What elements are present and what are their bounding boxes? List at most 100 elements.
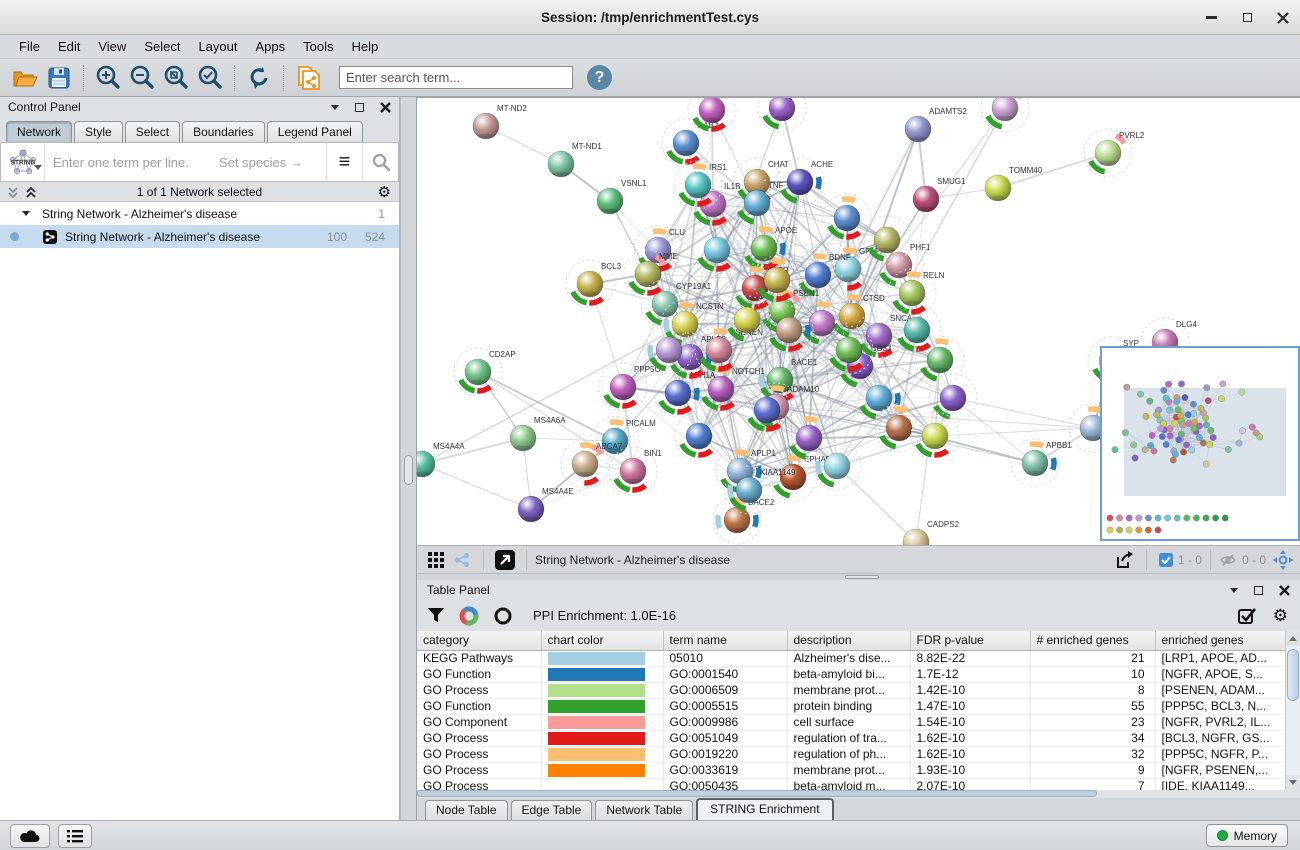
tab-select[interactable]: Select xyxy=(125,121,180,142)
string-logo[interactable]: STRING xyxy=(1,143,45,181)
enrichment-chart-icon[interactable] xyxy=(459,606,479,626)
share-network-button[interactable] xyxy=(449,548,475,572)
table-row[interactable]: GO ProcessGO:0019220regulation of ph...1… xyxy=(417,746,1285,762)
scroll-down-button[interactable] xyxy=(1286,775,1300,790)
table-row[interactable]: GO FunctionGO:0005515protein binding1.47… xyxy=(417,698,1285,714)
table-panel-close-icon[interactable] xyxy=(1279,585,1290,596)
import-network-button[interactable] xyxy=(291,62,325,94)
string-query-input[interactable]: Enter one term per line. xyxy=(53,155,189,170)
network-node[interactable]: MS4A6A xyxy=(510,416,566,451)
network-node[interactable]: PVRL2 xyxy=(1084,129,1145,177)
network-node[interactable]: BIN1 xyxy=(609,447,662,495)
table-panel-float-icon[interactable] xyxy=(1254,586,1263,595)
navigator-button[interactable] xyxy=(1270,548,1296,572)
table-horizontal-scrollbar[interactable] xyxy=(417,790,1300,798)
tab-network-table[interactable]: Network Table xyxy=(595,800,693,820)
string-options-button[interactable]: ≡ xyxy=(326,143,362,181)
network-node[interactable]: ABCA7 xyxy=(561,440,623,488)
zoom-out-button[interactable] xyxy=(125,62,159,94)
birds-eye-view[interactable] xyxy=(1100,346,1300,541)
network-node[interactable] xyxy=(916,336,964,384)
hsplitter-grip[interactable] xyxy=(845,575,879,579)
menu-layout[interactable]: Layout xyxy=(189,36,246,57)
network-node[interactable]: CD2AP xyxy=(454,348,516,396)
table-row[interactable]: KEGG Pathways05010Alzheimer's dise...8.8… xyxy=(417,650,1285,666)
filter-icon[interactable] xyxy=(427,607,445,624)
ring-chart-icon[interactable] xyxy=(493,606,513,626)
menu-tools[interactable]: Tools xyxy=(294,36,342,57)
network-options-gear-icon[interactable]: ⚙ xyxy=(378,183,391,201)
species-selector[interactable]: Set species → xyxy=(219,155,303,170)
panel-menu-icon[interactable] xyxy=(331,105,339,110)
column-header-description[interactable]: description xyxy=(787,631,910,650)
column-header-category[interactable]: category xyxy=(417,631,541,650)
network-node[interactable]: APBB1 xyxy=(1011,439,1072,487)
tab-boundaries[interactable]: Boundaries xyxy=(182,121,265,142)
menu-help[interactable]: Help xyxy=(343,36,388,57)
network-node[interactable]: BACE2 xyxy=(713,496,775,544)
network-node[interactable]: GAB2 xyxy=(662,119,719,167)
string-dropdown-icon[interactable] xyxy=(34,165,42,170)
table-panel-menu-icon[interactable] xyxy=(1230,588,1238,593)
network-node[interactable]: BCL3 xyxy=(566,260,622,308)
eye-off-icon[interactable] xyxy=(1219,553,1237,567)
network-node[interactable]: ADAMTS2 xyxy=(905,107,967,142)
help-button[interactable]: ? xyxy=(587,65,612,90)
network-node[interactable] xyxy=(688,98,736,134)
minimize-button[interactable] xyxy=(1204,11,1218,25)
table-row[interactable]: GO ProcessGO:0050435beta-amyloid m...2.0… xyxy=(417,778,1285,790)
network-canvas[interactable]: MT-ND2MT-ND1VSNL1GAB2ADAMTS2PVRL2TOMM40S… xyxy=(417,97,1300,545)
menu-view[interactable]: View xyxy=(89,36,135,57)
network-row[interactable]: String Network - Alzheimer's disease 100… xyxy=(0,225,399,248)
open-in-new-button[interactable] xyxy=(492,548,518,572)
menu-select[interactable]: Select xyxy=(135,36,189,57)
export-network-button[interactable] xyxy=(1112,548,1138,572)
save-session-button[interactable] xyxy=(42,62,76,94)
network-node[interactable]: MS4A4E xyxy=(518,487,574,522)
column-header-term-name[interactable]: term name xyxy=(663,631,787,650)
column-header-chart-color[interactable]: chart color xyxy=(541,631,663,650)
string-search-button[interactable] xyxy=(362,143,398,181)
menu-edit[interactable]: Edit xyxy=(49,36,89,57)
task-history-button[interactable] xyxy=(58,824,92,848)
panel-float-icon[interactable] xyxy=(355,103,364,112)
table-vertical-scrollbar[interactable] xyxy=(1285,631,1300,790)
collection-expander-icon[interactable] xyxy=(22,211,30,216)
table-row[interactable]: GO ProcessGO:0033619membrane prot...1.93… xyxy=(417,762,1285,778)
cloud-button[interactable] xyxy=(10,824,50,848)
table-settings-gear-icon[interactable]: ⚙ xyxy=(1273,608,1288,624)
tab-string-enrichment[interactable]: STRING Enrichment xyxy=(696,798,833,820)
selected-checkbox-icon[interactable] xyxy=(1159,553,1173,567)
search-input[interactable] xyxy=(339,66,573,89)
column-header--enriched-genes[interactable]: # enriched genes xyxy=(1030,631,1155,650)
network-collection-row[interactable]: String Network - Alzheimer's disease 1 xyxy=(0,202,399,225)
column-header-fdr-p-value[interactable]: FDR p-value xyxy=(910,631,1030,650)
panel-close-icon[interactable] xyxy=(380,102,391,113)
table-row[interactable]: GO ComponentGO:0009986cell surface1.54E-… xyxy=(417,714,1285,730)
network-node[interactable]: VSNL1 xyxy=(597,179,647,214)
splitter-grip[interactable] xyxy=(404,455,413,485)
network-node[interactable] xyxy=(875,404,923,452)
grid-view-button[interactable] xyxy=(423,548,449,572)
tab-style[interactable]: Style xyxy=(74,121,123,142)
table-row[interactable]: GO FunctionGO:0001540beta-amyloid bi...1… xyxy=(417,666,1285,682)
tab-node-table[interactable]: Node Table xyxy=(425,800,508,820)
tab-edge-table[interactable]: Edge Table xyxy=(511,800,593,820)
zoom-fit-button[interactable] xyxy=(159,62,193,94)
column-header-enriched-genes[interactable]: enriched genes xyxy=(1155,631,1285,650)
zoom-in-button[interactable] xyxy=(91,62,125,94)
table-row[interactable]: GO ProcessGO:0051049regulation of tra...… xyxy=(417,730,1285,746)
network-node[interactable]: CADPS2 xyxy=(903,520,960,545)
tab-legend-panel[interactable]: Legend Panel xyxy=(267,121,363,142)
network-node[interactable] xyxy=(758,98,806,132)
collapse-all-icon[interactable] xyxy=(6,185,20,199)
network-node[interactable]: PPP5C xyxy=(599,363,660,411)
menu-apps[interactable]: Apps xyxy=(247,36,295,57)
network-node[interactable] xyxy=(981,98,1029,132)
open-session-button[interactable] xyxy=(8,62,42,94)
expand-all-icon[interactable] xyxy=(24,185,38,199)
table-panel-splitter[interactable] xyxy=(417,573,1300,580)
tab-network[interactable]: Network xyxy=(6,121,72,142)
select-columns-icon[interactable] xyxy=(1238,607,1257,625)
vertical-scroll-thumb[interactable] xyxy=(1287,649,1299,701)
